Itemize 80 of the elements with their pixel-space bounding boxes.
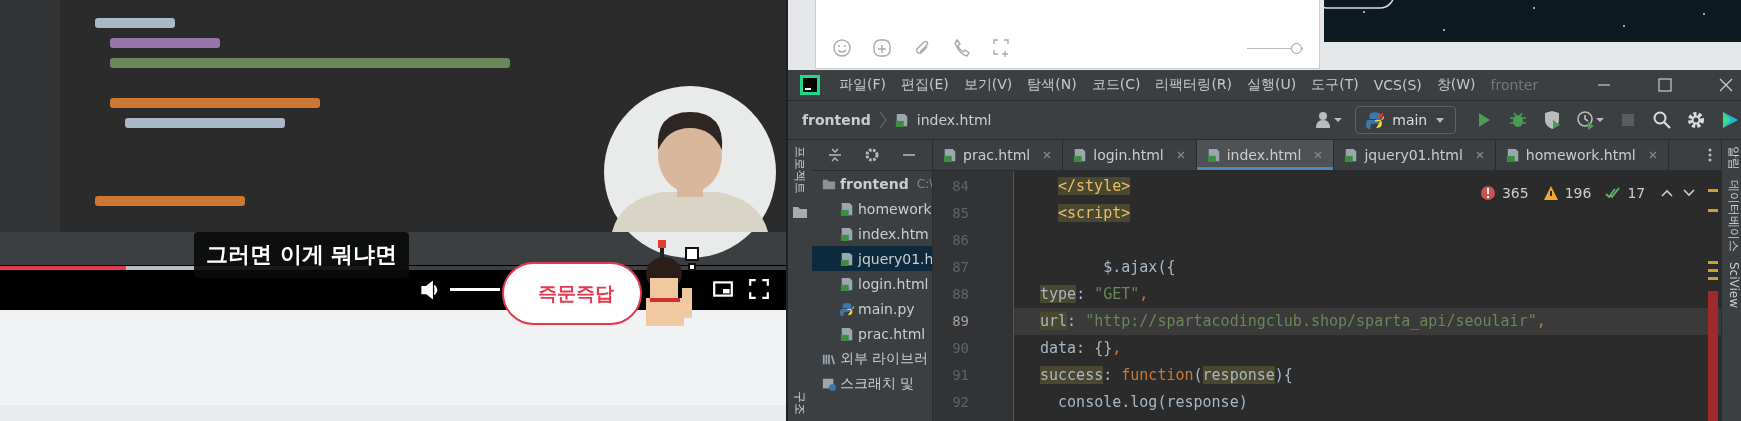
settings-icon[interactable] <box>864 147 880 163</box>
code-line: $.ajax({ <box>1102 258 1176 276</box>
tool-window-tab[interactable]: 구조 <box>792 391 808 415</box>
html-file-icon <box>1344 148 1359 162</box>
volume-slider[interactable] <box>450 288 500 291</box>
html-file-icon <box>840 201 854 216</box>
tree-item[interactable]: prac.html <box>812 321 932 346</box>
line-number: 89 <box>951 312 970 331</box>
html-file-icon <box>1073 148 1088 162</box>
menu-item[interactable]: 코드(C) <box>1091 76 1141 94</box>
menu-item[interactable]: 리팩터링(R) <box>1155 76 1233 94</box>
warning-icon[interactable] <box>1542 185 1559 201</box>
menu-item[interactable]: 보기(V) <box>963 76 1013 94</box>
menu-item[interactable]: 파일(F) <box>839 76 886 94</box>
error-icon[interactable] <box>1479 185 1496 201</box>
close-icon[interactable] <box>1175 150 1186 160</box>
editor-tab[interactable]: index.html <box>1196 140 1335 170</box>
tree-item[interactable]: 스크래치 및 <box>812 371 932 396</box>
error-count[interactable]: 365 <box>1501 185 1529 201</box>
code-line: success: function(response){ <box>1040 366 1293 384</box>
close-icon[interactable] <box>1647 150 1658 160</box>
close-icon[interactable] <box>1042 150 1053 160</box>
breadcrumb-item[interactable]: index.html <box>916 112 992 128</box>
tool-window-tab[interactable]: 알림 <box>1727 146 1741 170</box>
code-line: type: "GET", <box>1040 285 1149 303</box>
scratch-icon <box>822 376 836 391</box>
tree-item[interactable]: homework <box>812 196 932 221</box>
search-icon[interactable] <box>1652 110 1673 130</box>
tree-item[interactable]: index.htm <box>812 221 932 246</box>
folder-icon[interactable] <box>792 204 808 220</box>
miniplayer-icon[interactable] <box>712 278 734 300</box>
menu-item[interactable]: 탐색(N) <box>1027 76 1077 94</box>
menu-item[interactable]: 편집(E) <box>901 76 949 94</box>
menu-item[interactable]: 창(W) <box>1436 76 1476 94</box>
collapse-icon[interactable] <box>826 147 843 163</box>
tree-item[interactable]: login.html <box>812 271 932 296</box>
tool-window-tab[interactable]: SciView <box>1727 262 1741 309</box>
more-icon[interactable] <box>1707 147 1714 163</box>
editor-tab[interactable]: homework.html <box>1495 140 1669 170</box>
breadcrumb-item[interactable]: frontend <box>802 112 871 128</box>
menu-item[interactable]: 실행(U) <box>1247 76 1297 94</box>
html-file-icon <box>840 226 854 241</box>
tree-item[interactable]: main.py <box>812 296 932 321</box>
subtitle: 그러면 이게 뭐냐면 <box>194 232 410 278</box>
code-line: console.log(response) <box>1057 393 1248 411</box>
tool-window-tab[interactable]: 프로젝트 <box>792 146 808 194</box>
code-line: url: "http://spartacodingclub.shop/sparta_api/seoulair", <box>1040 312 1546 330</box>
user-icon[interactable] <box>1315 110 1344 130</box>
editor-tab[interactable]: jquery01.html <box>1334 140 1496 170</box>
editor-tab[interactable]: login.html <box>1063 140 1197 170</box>
chevron-icon <box>878 110 887 130</box>
html-file-icon <box>943 148 957 162</box>
html-file-icon <box>840 276 854 291</box>
code-line: data: {}, <box>1040 339 1122 357</box>
tool-window-tab[interactable]: 데이터베이스 <box>1727 180 1741 252</box>
editor-tab[interactable]: prac.html <box>933 140 1064 170</box>
double-check-icon[interactable] <box>1605 185 1622 201</box>
tree-item[interactable]: jquery01.h <box>812 246 932 271</box>
html-file-icon <box>1505 148 1520 162</box>
tree-item[interactable]: 외부 라이브러 <box>812 346 932 371</box>
settings-icon[interactable] <box>1686 110 1707 130</box>
close-icon[interactable] <box>1474 150 1485 160</box>
python-file-icon <box>840 301 854 316</box>
window-title: fronter <box>1490 77 1539 93</box>
menu-item[interactable]: VCS(S) <box>1373 77 1422 93</box>
html-file-icon <box>840 326 854 341</box>
python-icon <box>1366 111 1385 129</box>
quick-answer-button[interactable]: 즉문즉답 <box>502 262 642 325</box>
run-configuration-dropdown[interactable]: main <box>1355 106 1457 134</box>
app-logo-icon <box>800 75 820 95</box>
caret-icon <box>1435 115 1446 125</box>
weak-warning-count[interactable]: 17 <box>1627 185 1646 201</box>
html-file-icon <box>840 251 854 266</box>
html-file-icon <box>1206 148 1221 162</box>
warning-count[interactable]: 196 <box>1564 185 1592 201</box>
clock-icon[interactable] <box>1576 110 1605 130</box>
menu-item[interactable]: 도구(T) <box>1311 76 1359 94</box>
fullscreen-icon[interactable] <box>748 278 770 300</box>
bug-icon[interactable] <box>1508 110 1529 130</box>
html-file-icon <box>894 113 909 127</box>
